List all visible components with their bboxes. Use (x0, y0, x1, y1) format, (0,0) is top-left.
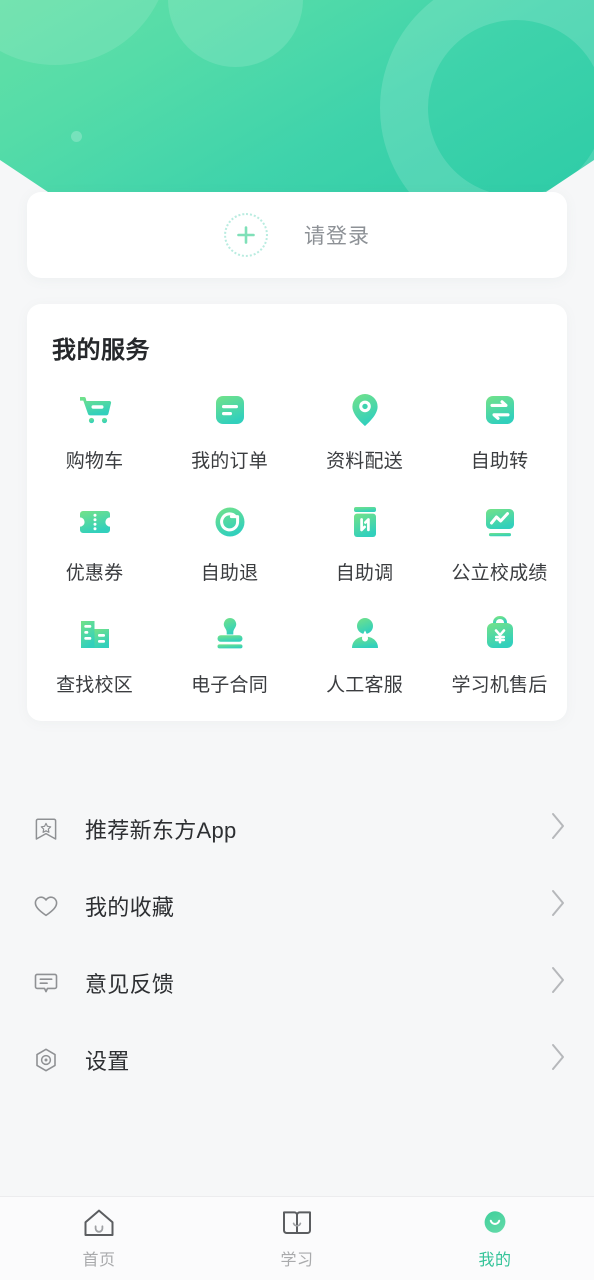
service-item-my-orders[interactable]: 我的订单 (162, 379, 297, 473)
book-adjust-icon (342, 499, 388, 545)
heart-icon (30, 890, 62, 922)
my-services-card: 我的服务 购物车 我的订单 资料配送 自助转 优惠券 自助退 自助调 公立校成绩… (27, 304, 567, 721)
chevron-right-icon[interactable] (547, 809, 569, 848)
bottom-tab-bar: 首页 学习 我的 (0, 1196, 594, 1280)
service-item-label: 电子合同 (191, 675, 268, 696)
tab-home[interactable]: 首页 (0, 1197, 198, 1280)
book-icon (280, 1207, 314, 1239)
menu-item-recommend-app[interactable]: 推荐新东方App (0, 790, 594, 867)
service-item-public-school-scores[interactable]: 公立校成绩 (432, 491, 567, 585)
login-card[interactable]: 请登录 (27, 192, 567, 278)
service-item-coupon[interactable]: 优惠券 (27, 491, 162, 585)
bookmark-star-icon (30, 813, 62, 845)
plus-icon (224, 213, 268, 257)
service-item-self-adjust[interactable]: 自助调 (297, 491, 432, 585)
service-item-self-refund[interactable]: 自助退 (162, 491, 297, 585)
chevron-right-icon[interactable] (547, 1040, 569, 1079)
profile-leaf-icon (478, 1207, 512, 1239)
tab-label: 学习 (280, 1252, 314, 1269)
menu-item-label: 我的收藏 (85, 894, 175, 920)
service-item-label: 查找校区 (56, 675, 133, 696)
coupon-ticket-icon (72, 499, 118, 545)
order-list-icon (207, 387, 253, 433)
refund-circle-icon (207, 499, 253, 545)
stamp-seal-icon (207, 611, 253, 657)
menu-item-label: 推荐新东方App (85, 817, 237, 843)
service-item-find-campus[interactable]: 查找校区 (27, 603, 162, 697)
score-chart-icon (477, 499, 523, 545)
home-icon (82, 1207, 116, 1239)
service-item-label: 人工客服 (326, 675, 403, 696)
decorative-circle-top-middle (168, 0, 303, 67)
menu-item-label: 意见反馈 (85, 971, 175, 997)
service-item-human-support[interactable]: 人工客服 (297, 603, 432, 697)
service-item-label: 购物车 (65, 451, 124, 472)
service-item-device-aftersales[interactable]: 学习机售后 (432, 603, 567, 697)
service-item-label: 公立校成绩 (451, 563, 548, 584)
yuan-bag-icon (477, 611, 523, 657)
service-item-label: 资料配送 (326, 451, 403, 472)
tab-profile[interactable]: 我的 (396, 1197, 594, 1280)
menu-item-feedback[interactable]: 意见反馈 (0, 944, 594, 1021)
building-icon (72, 611, 118, 657)
shopping-cart-icon (72, 387, 118, 433)
chevron-right-icon[interactable] (547, 886, 569, 925)
transfer-arrows-icon (477, 387, 523, 433)
tab-study[interactable]: 学习 (198, 1197, 396, 1280)
service-item-label: 自助转 (470, 451, 529, 472)
menu-item-my-favorites[interactable]: 我的收藏 (0, 867, 594, 944)
service-item-label: 优惠券 (65, 563, 124, 584)
service-item-e-contract[interactable]: 电子合同 (162, 603, 297, 697)
menu-item-label: 设置 (85, 1048, 130, 1074)
chevron-right-icon[interactable] (547, 963, 569, 1002)
login-prompt-label: 请登录 (304, 225, 370, 248)
service-item-label: 我的订单 (191, 451, 268, 472)
tab-label: 我的 (478, 1252, 512, 1269)
feedback-chat-icon (30, 967, 62, 999)
settings-hex-icon (30, 1044, 62, 1076)
service-item-shopping-cart[interactable]: 购物车 (27, 379, 162, 473)
service-item-label: 学习机售后 (451, 675, 548, 696)
location-pin-icon (342, 387, 388, 433)
services-grid: 购物车 我的订单 资料配送 自助转 优惠券 自助退 自助调 公立校成绩 查找校区… (27, 379, 567, 697)
service-item-label: 自助调 (335, 563, 394, 584)
decorative-circle-upper-left (0, 0, 170, 65)
my-services-title: 我的服务 (52, 337, 150, 364)
app-screen: 请登录 我的服务 购物车 我的订单 资料配送 自助转 优惠券 自助退 自助调 公… (0, 0, 594, 1280)
decorative-small-dot (71, 131, 82, 142)
decorative-donut-ring-right (380, 0, 594, 196)
service-item-label: 自助退 (200, 563, 259, 584)
tab-label: 首页 (82, 1252, 116, 1269)
profile-header-banner (0, 0, 594, 196)
customer-service-icon (342, 611, 388, 657)
service-item-material-delivery[interactable]: 资料配送 (297, 379, 432, 473)
menu-item-settings[interactable]: 设置 (0, 1021, 594, 1098)
service-item-self-transfer[interactable]: 自助转 (432, 379, 567, 473)
settings-menu-list: 推荐新东方App 我的收藏 意见反馈 设置 (0, 790, 594, 1098)
